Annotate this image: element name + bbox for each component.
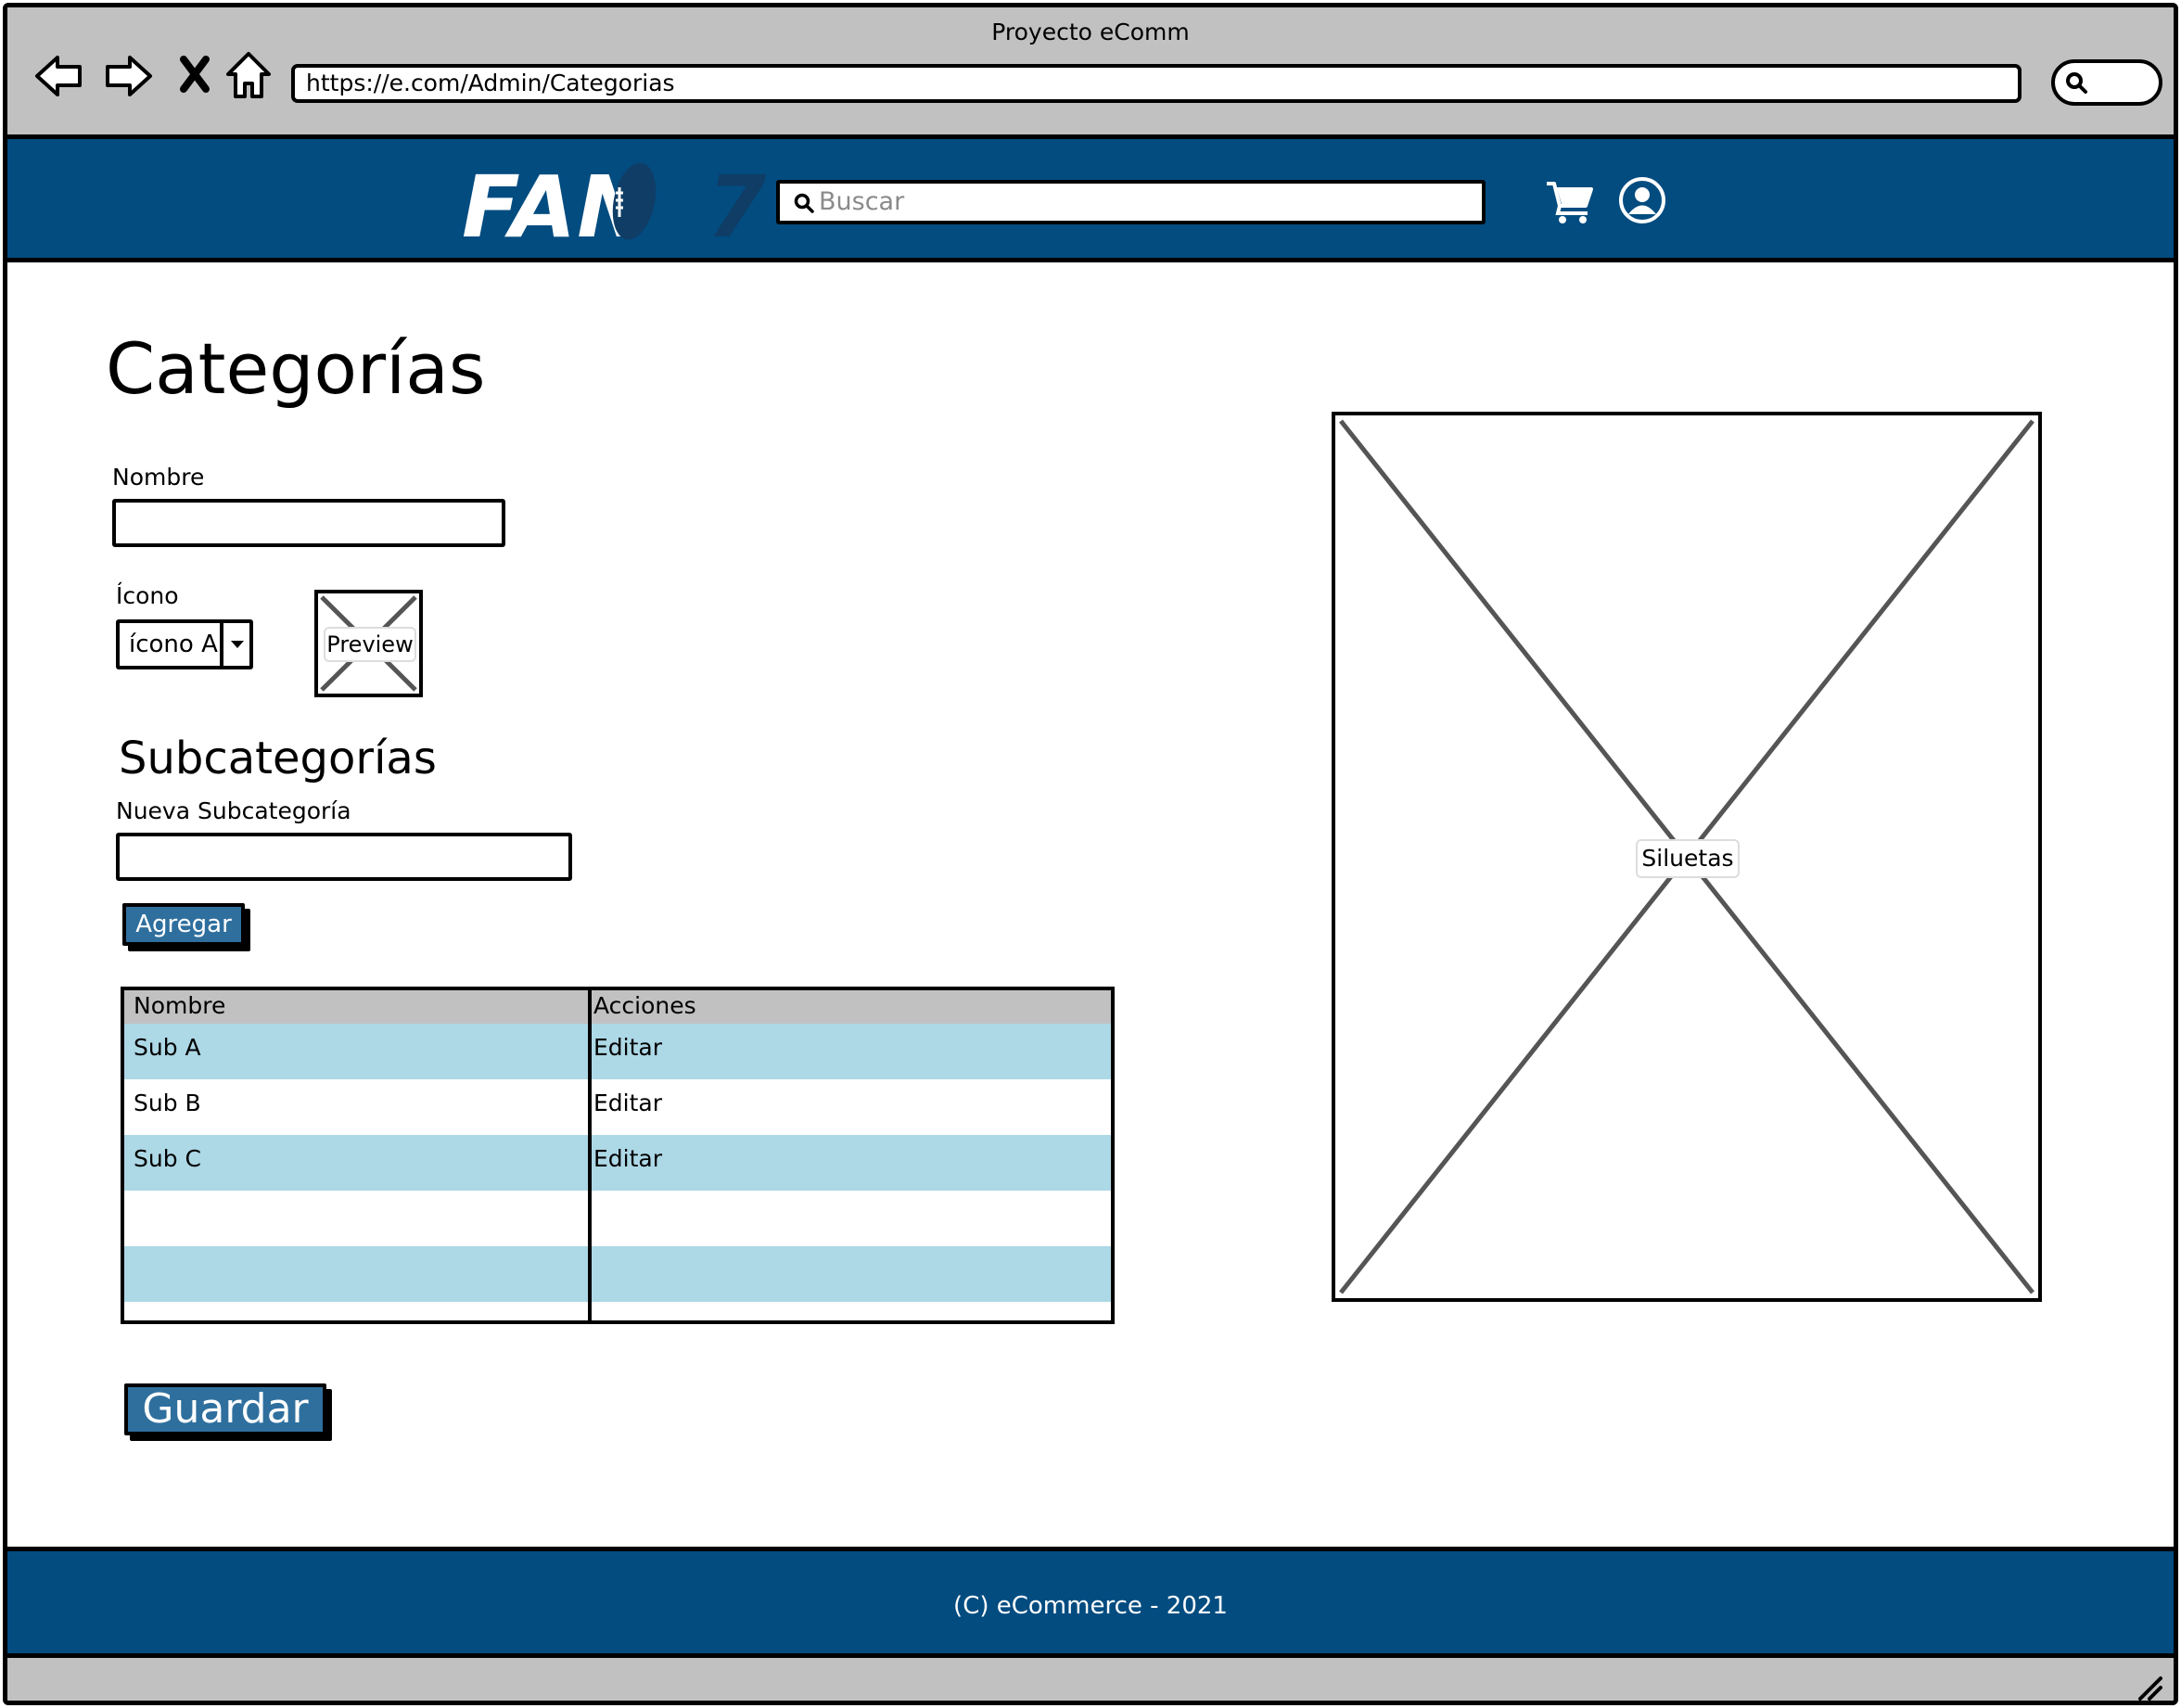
status-bar bbox=[7, 1658, 2174, 1702]
search-placeholder: Buscar bbox=[819, 187, 905, 216]
forward-icon[interactable] bbox=[100, 48, 156, 104]
football-icon bbox=[612, 162, 657, 240]
stop-icon[interactable] bbox=[167, 48, 223, 104]
cart-icon[interactable] bbox=[1545, 178, 1595, 224]
browser-search-field[interactable] bbox=[2051, 59, 2162, 106]
browser-chrome: Proyecto eComm https://e.com/Admin/Categ… bbox=[7, 7, 2174, 139]
row-edit-link[interactable]: Editar bbox=[593, 1024, 662, 1072]
subcategories-table: Nombre Acciones Sub A Editar Sub B Edita… bbox=[121, 987, 1115, 1324]
table-row bbox=[124, 1191, 1111, 1246]
table-header: Nombre Acciones bbox=[124, 990, 1111, 1024]
table-row bbox=[124, 1302, 1111, 1320]
icono-selected-value: ícono A bbox=[129, 631, 218, 658]
back-icon[interactable] bbox=[32, 48, 87, 104]
home-icon[interactable] bbox=[221, 48, 276, 104]
silhouettes-label: Siluetas bbox=[1636, 839, 1740, 878]
browser-window: Proyecto eComm https://e.com/Admin/Categ… bbox=[3, 3, 2178, 1705]
site-footer: (C) eCommerce - 2021 bbox=[7, 1547, 2174, 1658]
search-input[interactable]: Buscar bbox=[776, 180, 1486, 224]
footer-copyright: (C) eCommerce - 2021 bbox=[953, 1592, 1228, 1620]
site-header: FAN 7 Buscar bbox=[7, 139, 2174, 262]
table-row[interactable]: Sub B Editar bbox=[124, 1079, 1111, 1135]
nombre-label: Nombre bbox=[112, 464, 205, 491]
resize-icon[interactable] bbox=[2136, 1675, 2164, 1702]
table-row bbox=[124, 1246, 1111, 1302]
table-row[interactable]: Sub C Editar bbox=[124, 1135, 1111, 1191]
icon-preview: Preview bbox=[314, 590, 423, 697]
url-bar[interactable]: https://e.com/Admin/Categorias bbox=[291, 64, 2022, 103]
nueva-subcategoria-label: Nueva Subcategoría bbox=[116, 797, 351, 824]
nueva-subcategoria-input[interactable] bbox=[116, 833, 572, 881]
row-edit-link[interactable]: Editar bbox=[593, 1079, 662, 1128]
header-acciones: Acciones bbox=[593, 992, 696, 1019]
icono-label: Ícono bbox=[116, 582, 179, 609]
icono-select[interactable]: ícono A bbox=[116, 619, 253, 669]
header-nombre: Nombre bbox=[134, 992, 226, 1019]
row-edit-link[interactable]: Editar bbox=[593, 1135, 662, 1183]
page-title: Categorías bbox=[106, 327, 486, 410]
row-name: Sub A bbox=[134, 1034, 201, 1061]
save-button[interactable]: Guardar bbox=[124, 1383, 326, 1435]
column-divider bbox=[588, 990, 592, 1320]
logo-number: 7 bbox=[707, 158, 768, 257]
search-icon bbox=[794, 193, 814, 213]
preview-label: Preview bbox=[324, 627, 416, 662]
search-icon bbox=[2066, 72, 2087, 94]
select-arrow[interactable] bbox=[220, 623, 249, 666]
row-name: Sub C bbox=[134, 1145, 201, 1172]
user-icon[interactable] bbox=[1616, 174, 1668, 226]
chevron-down-icon bbox=[231, 641, 244, 648]
window-title: Proyecto eComm bbox=[991, 19, 1190, 45]
subcategorias-title: Subcategorías bbox=[119, 733, 437, 784]
row-name: Sub B bbox=[134, 1090, 201, 1116]
nombre-input[interactable] bbox=[112, 499, 505, 547]
add-button[interactable]: Agregar bbox=[122, 903, 245, 946]
table-row[interactable]: Sub A Editar bbox=[124, 1024, 1111, 1079]
silhouettes-image: Siluetas bbox=[1332, 412, 2042, 1302]
